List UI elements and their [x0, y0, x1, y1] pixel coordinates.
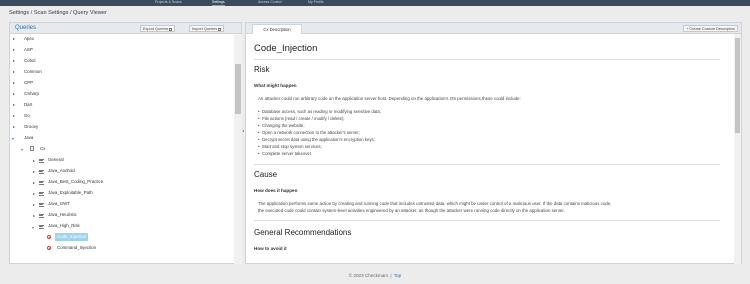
list-icon [39, 224, 44, 229]
import-queries-button[interactable]: Import Queries [189, 25, 225, 32]
import-queries-label: Import Queries [192, 27, 218, 31]
risk-intro: An attacker could run arbitrary code on … [258, 96, 521, 101]
risk-heading: Risk [254, 65, 270, 74]
risk-bullet: Complete server takeover. [258, 151, 312, 156]
queries-panel: Queries Export Queries Import Queries Ap… [9, 22, 242, 264]
risk-subheading: What might happen [254, 83, 297, 88]
expand-arrow-icon[interactable] [33, 215, 35, 217]
collapse-arrow-icon[interactable] [12, 138, 14, 140]
tree-node-cpp[interactable]: CPP [24, 79, 33, 87]
risk-bullet: Database access, such as reading or modi… [258, 109, 381, 114]
tree-node-java-best-coding-practice[interactable]: Java_Best_Coding_Practice [48, 178, 103, 186]
cause-text-line: The application performs some action by … [258, 201, 612, 206]
tree-node-groovy[interactable]: Groovy [24, 123, 38, 131]
tree-node-java-high-risk[interactable]: Java_High_Risk [48, 222, 80, 230]
risk-bullet: Decrypt secret data using the applicatio… [258, 137, 375, 142]
collapse-arrow-icon[interactable] [21, 149, 23, 151]
expand-arrow-icon[interactable] [13, 38, 15, 40]
tree-node-java[interactable]: Java [24, 134, 33, 142]
nav-access-control[interactable]: Access Control [258, 0, 282, 6]
tree-node-cobol[interactable]: Cobol [24, 57, 35, 65]
expand-arrow-icon[interactable] [33, 160, 35, 162]
expand-arrow-icon[interactable] [13, 126, 15, 128]
tree-node-java-gwt[interactable]: Java_GWT [48, 200, 70, 208]
expand-arrow-icon[interactable] [13, 49, 15, 51]
copyright-text: © 2023 Checkmarx [348, 273, 389, 278]
collapse-arrow-icon[interactable] [32, 227, 34, 229]
tree-node-code-injection[interactable]: Code_Injection [55, 233, 89, 241]
query-tree: Apex ASP Cobol Common CPP CSharp Dart Go… [10, 34, 234, 264]
nav-projects-scans[interactable]: Projects & Scans [155, 0, 182, 6]
description-scrollbar[interactable] [734, 34, 741, 264]
tree-node-common[interactable]: Common [24, 68, 42, 76]
nav-settings[interactable]: Settings [212, 0, 225, 6]
queries-panel-header: Queries Export Queries Import Queries [10, 23, 241, 34]
top-navigation-bar [0, 0, 750, 6]
footer: © 2023 Checkmarx | Top [0, 273, 750, 278]
tree-node-java-exploitable-path[interactable]: Java_Exploitable_Path [48, 189, 93, 197]
description-panel: Cx Description + Create Custom Descripti… [245, 22, 742, 264]
tree-scrollbar-thumb[interactable] [235, 64, 241, 114]
tree-scrollbar[interactable] [234, 34, 242, 264]
risk-bullet: Changing the website; [258, 123, 304, 128]
panel-splitter-icon[interactable]: ◂ [242, 128, 244, 133]
tree-node-command-injection[interactable]: Command_Injection [57, 244, 96, 252]
nav-my-profile[interactable]: My Profile [308, 0, 324, 6]
description-panel-header: Cx Description + Create Custom Descripti… [246, 23, 741, 34]
list-icon [39, 191, 44, 196]
footer-separator: | [390, 273, 392, 278]
export-queries-button[interactable]: Export Queries [140, 25, 176, 32]
queries-title: Queries [15, 25, 37, 31]
expand-arrow-icon[interactable] [33, 182, 35, 184]
tree-node-apex[interactable]: Apex [24, 35, 34, 43]
expand-arrow-icon[interactable] [13, 115, 15, 117]
list-icon [39, 158, 44, 163]
divider [254, 220, 720, 221]
cause-heading: Cause [254, 170, 278, 179]
import-icon [218, 27, 222, 31]
risk-bullet: File actions (read / create / modify / d… [258, 116, 345, 121]
expand-arrow-icon[interactable] [13, 71, 15, 73]
recommendations-heading: General Recommendations [254, 228, 352, 237]
vulnerability-icon [47, 246, 51, 250]
expand-arrow-icon[interactable] [13, 60, 15, 62]
expand-arrow-icon[interactable] [33, 171, 35, 173]
description-content: Code_Injection Risk What might happen An… [254, 38, 720, 262]
list-icon [39, 213, 44, 218]
create-custom-description-label: Create Custom Description [689, 27, 735, 31]
divider [254, 164, 720, 165]
vulnerability-icon [47, 235, 51, 239]
tree-node-go[interactable]: Go [24, 112, 30, 120]
tree-node-cx[interactable]: Cx [40, 145, 45, 153]
cause-text-line: the executed code could contain system-l… [258, 208, 565, 213]
file-icon [30, 146, 34, 151]
expand-arrow-icon[interactable] [13, 93, 15, 95]
create-custom-description-button[interactable]: + Create Custom Description [683, 25, 738, 32]
list-icon [39, 202, 44, 207]
tab-cx-description[interactable]: Cx Description [252, 24, 302, 34]
expand-arrow-icon[interactable] [33, 204, 35, 206]
cause-subheading: How does it happen [254, 188, 298, 193]
risk-bullet: Start and stop system services; [258, 144, 322, 149]
expand-arrow-icon[interactable] [33, 193, 35, 195]
tree-node-general[interactable]: General [48, 156, 64, 164]
query-title: Code_Injection [254, 43, 318, 54]
recommendations-subheading: How to avoid it [254, 246, 287, 251]
tree-node-dart[interactable]: Dart [24, 101, 32, 109]
export-queries-label: Export Queries [143, 27, 169, 31]
expand-arrow-icon[interactable] [13, 104, 15, 106]
list-icon [39, 169, 44, 174]
tree-node-java-heuristic[interactable]: Java_Heuristic [48, 211, 77, 219]
breadcrumb: Settings / Scan Settings / Query Viewer [9, 10, 107, 16]
tree-node-csharp[interactable]: CSharp [24, 90, 39, 98]
divider [254, 59, 720, 60]
export-icon [169, 27, 173, 31]
list-icon [39, 180, 44, 185]
expand-arrow-icon[interactable] [13, 82, 15, 84]
back-to-top-link[interactable]: Top [394, 273, 401, 278]
tree-node-asp[interactable]: ASP [24, 46, 33, 54]
description-scrollbar-thumb[interactable] [735, 38, 740, 133]
tree-node-java-android[interactable]: Java_Android [48, 167, 75, 175]
risk-bullet: Open a network connection to the attacke… [258, 130, 360, 135]
